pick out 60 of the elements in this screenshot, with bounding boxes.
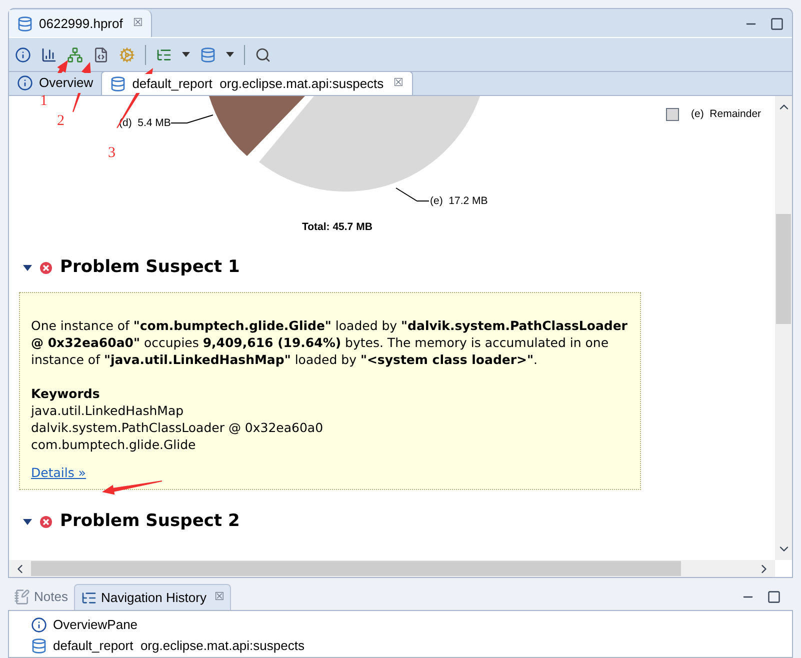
history-label: default_report org.eclipse.mat.api:suspects (53, 636, 304, 655)
tab-label: Notes (34, 588, 68, 606)
info-icon (17, 75, 33, 91)
close-button[interactable]: ☒ (394, 75, 404, 92)
close-button[interactable]: ☒ (214, 589, 224, 606)
scrollbar-thumb[interactable] (776, 214, 791, 324)
suspect-description: One instance of "com.bumptech.glide.Glide" loaded by "dalvik.system.PathClassLoader @ 0x32ea60a0" occupies 9,409,616 (19.64%) bytes. The memory is accumulated in one instance of "java.util.LinkedHashMap" loaded by "<system class loader>". (31, 317, 628, 368)
keyword: java.util.LinkedHashMap (31, 402, 185, 419)
search-icon[interactable] (255, 46, 271, 62)
database-icon (17, 16, 33, 32)
tab[interactable]: Notes (8, 584, 74, 610)
scrollbar-thumb[interactable] (31, 561, 681, 576)
maximize-icon[interactable] (770, 16, 784, 30)
database-icon[interactable] (200, 46, 216, 62)
maximize-icon[interactable] (767, 590, 781, 604)
info-icon[interactable] (15, 46, 31, 62)
document-icon[interactable] (93, 46, 109, 62)
list-icon[interactable] (156, 46, 172, 62)
keywords-heading: Keywords (31, 385, 101, 402)
tab[interactable]: default_report org.eclipse.mat.api:suspects ☒ (101, 71, 413, 95)
chart-label: (e) 17.2 MB (430, 194, 488, 209)
keyword: com.bumptech.glide.Glide (31, 436, 197, 453)
tab-label: Navigation History (100, 588, 206, 607)
caret-icon[interactable] (182, 52, 190, 57)
tab[interactable]: Navigation History ☒ (74, 584, 232, 610)
info-icon (31, 616, 47, 632)
close-button[interactable]: ☒ (132, 15, 143, 32)
leader-line (170, 114, 214, 124)
vertical-scrollbar[interactable] (775, 96, 792, 560)
database-icon (110, 76, 126, 92)
leader-line (396, 188, 430, 202)
keyword: dalvik.system.PathClassLoader @ 0x32ea60a0 (31, 419, 324, 436)
tab-label: Overview (39, 73, 94, 93)
expand-icon[interactable] (23, 519, 32, 525)
history-icon (80, 590, 97, 606)
bar-chart-icon[interactable] (41, 46, 57, 62)
legend-label: (e) Remainder (691, 107, 762, 122)
expand-icon[interactable] (23, 265, 32, 271)
history-item[interactable]: OverviewPane (9, 614, 792, 635)
annotation-arrow (102, 480, 162, 495)
section-heading: Problem Suspect 1 (60, 256, 240, 280)
database-icon (31, 638, 47, 654)
annotation-number: 3 (108, 144, 116, 163)
hierarchy-icon[interactable] (67, 46, 83, 62)
error-icon (40, 516, 52, 528)
history-label: OverviewPane (53, 616, 138, 634)
section-heading: Problem Suspect 2 (60, 510, 240, 534)
error-icon (40, 262, 52, 274)
chart-total: Total: 45.7 MB (302, 220, 372, 235)
annotation-number: 1 (40, 92, 48, 111)
horizontal-scrollbar[interactable] (9, 560, 775, 577)
notes-icon (14, 589, 30, 605)
annotation-number: 2 (57, 112, 64, 131)
history-item[interactable]: default_report org.eclipse.mat.api:suspects (9, 635, 792, 656)
editor-tab[interactable]: 0622999.hprof ☒ (9, 10, 152, 37)
tab[interactable]: Overview (9, 71, 102, 95)
tab-label: default_report org.eclipse.mat.api:suspects (132, 74, 384, 94)
tab-title: 0622999.hprof (39, 14, 123, 33)
details-link[interactable]: Details » (31, 464, 86, 481)
caret-icon[interactable] (226, 52, 234, 57)
